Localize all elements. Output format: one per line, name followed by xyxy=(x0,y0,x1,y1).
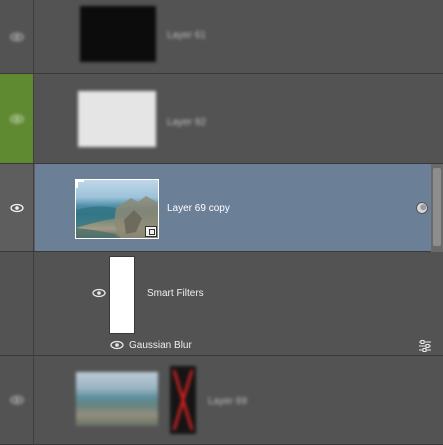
smart-object-icon xyxy=(145,226,157,237)
visibility-toggle[interactable] xyxy=(0,0,34,73)
visibility-toggle[interactable] xyxy=(0,164,34,251)
layer-thumbnail[interactable] xyxy=(80,6,156,62)
layers-panel: Layer 61 Layer 92 Layer 69 copy Smart Fi… xyxy=(0,0,443,445)
eye-icon xyxy=(9,395,24,405)
layer-name[interactable]: Layer 69 copy xyxy=(167,203,230,214)
eye-icon[interactable] xyxy=(92,288,106,298)
layer-name[interactable]: Layer 69 xyxy=(208,396,247,407)
layer-row-selected[interactable]: Layer 69 copy xyxy=(0,164,443,252)
scrollbar-thumb[interactable] xyxy=(433,168,441,246)
layer-thumbnail[interactable] xyxy=(78,91,156,147)
layer-mask-thumbnail[interactable] xyxy=(170,366,196,434)
smart-filters-label[interactable]: Smart Filters xyxy=(147,288,204,299)
layer-thumbnail[interactable] xyxy=(76,372,158,426)
layer-name[interactable]: Layer 92 xyxy=(167,117,206,128)
filter-mask-thumbnail[interactable] xyxy=(109,256,135,334)
eye-icon[interactable] xyxy=(110,340,124,350)
filter-blending-options-icon[interactable] xyxy=(418,340,432,352)
layer-thumbnail[interactable] xyxy=(75,179,159,239)
eye-icon xyxy=(9,32,24,41)
visibility-column xyxy=(0,252,34,355)
filter-toggle-icon[interactable] xyxy=(415,201,429,215)
smart-filters-row[interactable]: Smart Filters Gaussian Blur xyxy=(0,252,443,356)
layer-row[interactable]: Layer 92 xyxy=(0,74,443,164)
eye-icon xyxy=(9,114,24,123)
layer-name[interactable]: Layer 61 xyxy=(167,30,206,41)
eye-icon xyxy=(9,203,24,212)
selection-corner xyxy=(76,180,84,188)
visibility-toggle[interactable] xyxy=(0,356,34,444)
layer-row[interactable]: Layer 61 xyxy=(0,0,443,74)
visibility-toggle[interactable] xyxy=(0,74,34,163)
filter-name[interactable]: Gaussian Blur xyxy=(129,340,192,351)
layer-row[interactable]: Layer 69 xyxy=(0,356,443,445)
